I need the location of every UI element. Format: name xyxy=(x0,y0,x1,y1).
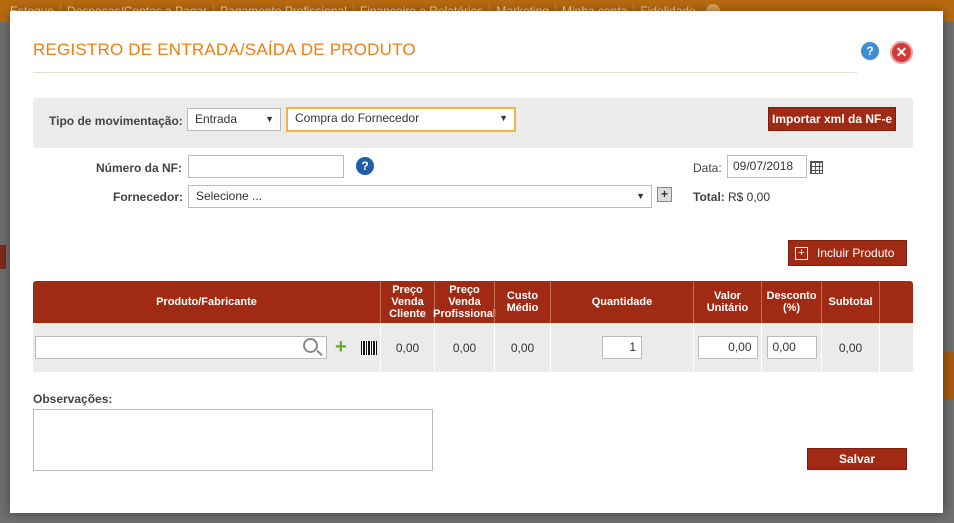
total-value: R$ 0,00 xyxy=(728,190,771,204)
modal-title: REGISTRO DE ENTRADA/SAÍDA DE PRODUTO xyxy=(33,40,416,59)
chevron-down-icon: ▼ xyxy=(499,113,508,123)
avg-cost-cell: 0,00 xyxy=(494,323,550,372)
date-input[interactable]: 09/07/2018 xyxy=(727,155,807,178)
col-subtotal: Subtotal xyxy=(821,281,879,323)
nf-number-label: Número da NF: xyxy=(96,161,183,175)
quantity-input[interactable]: 1 xyxy=(602,336,642,359)
movement-reason-select[interactable]: Compra do Fornecedor ▼ xyxy=(286,107,516,132)
date-label: Data: xyxy=(693,161,722,175)
subtotal-cell: 0,00 xyxy=(821,323,879,372)
col-price-professional: Preço Venda Profissional xyxy=(433,281,496,323)
movement-type-bar: Tipo de movimentação: Entrada ▼ Compra d… xyxy=(33,98,913,148)
save-button[interactable]: Salvar xyxy=(807,448,907,470)
background-button-edge xyxy=(0,245,6,269)
supplier-label: Fornecedor: xyxy=(113,190,184,204)
col-quantity: Quantidade xyxy=(550,281,693,323)
supplier-select[interactable]: Selecione ... ▼ xyxy=(188,185,652,208)
price-client-cell: 0,00 xyxy=(380,323,434,372)
close-icon[interactable]: ✕ xyxy=(890,41,913,64)
notes-label: Observações: xyxy=(33,392,113,406)
col-actions xyxy=(879,281,913,323)
add-product-button[interactable]: + Incluir Produto xyxy=(788,240,907,266)
help-icon[interactable]: ? xyxy=(861,42,879,60)
background-panel-edge xyxy=(942,352,954,400)
unit-value-cell: 0,00 xyxy=(693,323,761,372)
price-professional-cell: 0,00 xyxy=(434,323,494,372)
title-divider xyxy=(33,72,857,73)
plus-square-icon: + xyxy=(795,247,808,260)
nf-help-icon[interactable]: ? xyxy=(356,157,374,175)
discount-input[interactable]: 0,00 xyxy=(766,336,817,359)
col-price-client: Preço Venda Cliente xyxy=(380,281,434,323)
product-movement-modal: REGISTRO DE ENTRADA/SAÍDA DE PRODUTO ? ✕… xyxy=(10,11,943,513)
movement-type-value: Entrada xyxy=(195,112,238,126)
total-label: Total: xyxy=(693,190,725,204)
table-row: + 0,00 0,00 0,00 1 0,00 0,00 0,00 xyxy=(33,323,913,372)
notes-textarea[interactable] xyxy=(33,409,433,471)
unit-value-input[interactable]: 0,00 xyxy=(697,336,758,359)
col-unit-value: Valor Unitário xyxy=(693,281,761,323)
actions-cell xyxy=(879,323,913,372)
movement-reason-value: Compra do Fornecedor xyxy=(295,111,420,125)
products-table-header: Produto/Fabricante Preço Venda Cliente P… xyxy=(33,281,913,323)
discount-cell: 0,00 xyxy=(761,323,821,372)
import-xml-button[interactable]: Importar xml da NF-e xyxy=(768,107,896,131)
col-discount: Desconto (%) xyxy=(761,281,821,323)
movement-type-select[interactable]: Entrada ▼ xyxy=(187,108,281,131)
movement-type-label: Tipo de movimentação: xyxy=(49,114,183,128)
calendar-icon[interactable] xyxy=(810,161,823,174)
barcode-icon[interactable] xyxy=(361,341,377,355)
product-search-input[interactable] xyxy=(35,336,327,359)
product-cell: + xyxy=(33,323,380,372)
add-supplier-icon[interactable]: + xyxy=(657,187,672,202)
col-product: Produto/Fabricante xyxy=(156,296,257,308)
chevron-down-icon: ▼ xyxy=(265,114,274,124)
add-product-label: Incluir Produto xyxy=(817,246,895,260)
quantity-cell: 1 xyxy=(550,323,693,372)
add-product-row-icon[interactable]: + xyxy=(335,337,347,357)
chevron-down-icon: ▼ xyxy=(636,191,645,201)
nf-number-input[interactable] xyxy=(188,155,344,178)
supplier-value: Selecione ... xyxy=(196,189,263,203)
col-avg-cost: Custo Médio xyxy=(494,281,550,323)
